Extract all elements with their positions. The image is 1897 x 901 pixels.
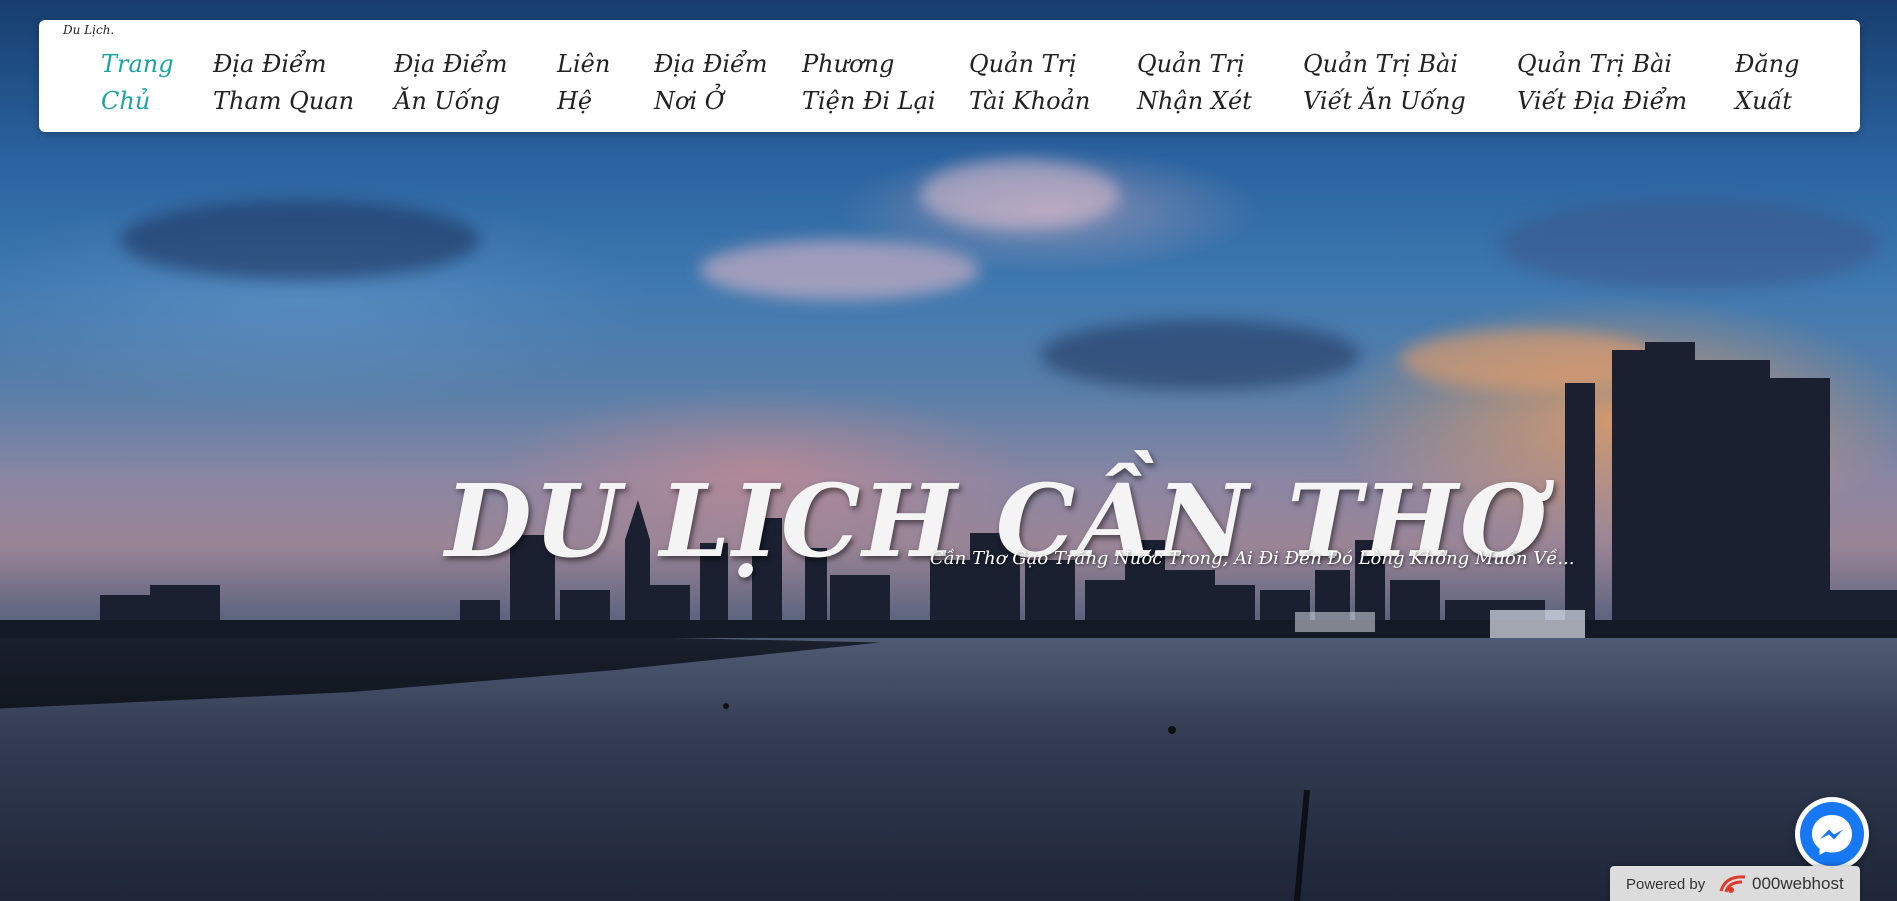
powered-by-label: Powered by bbox=[1626, 876, 1706, 893]
nav-item-label-line1: Quản Trị bbox=[1137, 50, 1245, 78]
nav-item-label-line2: Hệ bbox=[557, 87, 593, 115]
nav-item-label-line1: Địa Điểm bbox=[394, 50, 508, 78]
nav-item-dang-xuat[interactable]: Đăng Xuất bbox=[1735, 46, 1800, 120]
messenger-icon bbox=[1800, 802, 1864, 866]
hero-background bbox=[0, 0, 1897, 901]
city-skyline bbox=[0, 342, 1897, 901]
nav-item-label-line1: Quản Trị bbox=[969, 50, 1077, 78]
powered-by-brand: 000webhost bbox=[1752, 874, 1844, 893]
nav-item-dia-diem-an-uong[interactable]: Địa Điểm Ăn Uống bbox=[394, 46, 508, 120]
nav-item-label-line2: Viết Địa Điểm bbox=[1517, 87, 1688, 115]
nav-item-quan-tri-nhan-xet[interactable]: Quản Trị Nhận Xét bbox=[1137, 46, 1252, 120]
nav-item-label-line2: Chủ bbox=[101, 87, 151, 115]
nav-item-dia-diem-noi-o[interactable]: Địa Điểm Nơi Ở bbox=[654, 46, 768, 120]
nav-item-label-line1: Địa Điểm bbox=[213, 50, 327, 78]
nav-item-lien-he[interactable]: Liên Hệ bbox=[557, 46, 610, 120]
hero-subtitle: Cần Thơ Gạo Trắng Nước Trong, Ai Đi Đến … bbox=[930, 548, 1575, 569]
powered-by-badge[interactable]: Powered by 000webhost bbox=[1610, 866, 1860, 901]
top-navbar: Du Lịch. Trang Chủ Địa Điểm Tham Quan Đị… bbox=[39, 20, 1860, 132]
nav-item-label-line2: Tài Khoản bbox=[969, 87, 1091, 115]
nav-item-label-line2: Ăn Uống bbox=[394, 87, 501, 115]
000webhost-logo-icon bbox=[1718, 873, 1748, 899]
nav-item-label-line1: Liên bbox=[557, 50, 611, 78]
nav-item-quan-tri-bai-viet-an-uong[interactable]: Quản Trị Bài Viết Ăn Uống bbox=[1303, 46, 1466, 120]
nav-item-label-line1: Đăng bbox=[1735, 50, 1800, 78]
nav-item-label-line2: Tiện Đi Lại bbox=[802, 87, 936, 115]
messenger-chat-button[interactable] bbox=[1795, 797, 1869, 871]
nav-item-label-line1: Phương bbox=[802, 50, 895, 78]
nav-item-label-line2: Viết Ăn Uống bbox=[1303, 87, 1466, 115]
nav-item-dia-diem-tham-quan[interactable]: Địa Điểm Tham Quan bbox=[213, 46, 354, 120]
nav-item-phuong-tien-di-lai[interactable]: Phương Tiện Đi Lại bbox=[802, 46, 936, 120]
brand-logo[interactable]: Du Lịch. bbox=[63, 23, 114, 37]
nav-item-quan-tri-bai-viet-dia-diem[interactable]: Quản Trị Bài Viết Địa Điểm bbox=[1517, 46, 1687, 120]
nav-item-label-line1: Địa Điểm bbox=[654, 50, 768, 78]
nav-item-label-line2: Nhận Xét bbox=[1137, 87, 1252, 115]
nav-item-label-line2: Nơi Ở bbox=[654, 87, 725, 115]
nav-item-label-line1: Quản Trị Bài bbox=[1303, 50, 1458, 78]
nav-item-label-line2: Xuất bbox=[1735, 87, 1792, 115]
nav-item-quan-tri-tai-khoan[interactable]: Quản Trị Tài Khoản bbox=[969, 46, 1090, 120]
nav-item-trang-chu[interactable]: Trang Chủ bbox=[101, 46, 174, 120]
nav-item-label-line1: Trang bbox=[101, 50, 174, 78]
nav-item-label-line1: Quản Trị Bài bbox=[1517, 50, 1672, 78]
nav-item-label-line2: Tham Quan bbox=[213, 87, 355, 115]
